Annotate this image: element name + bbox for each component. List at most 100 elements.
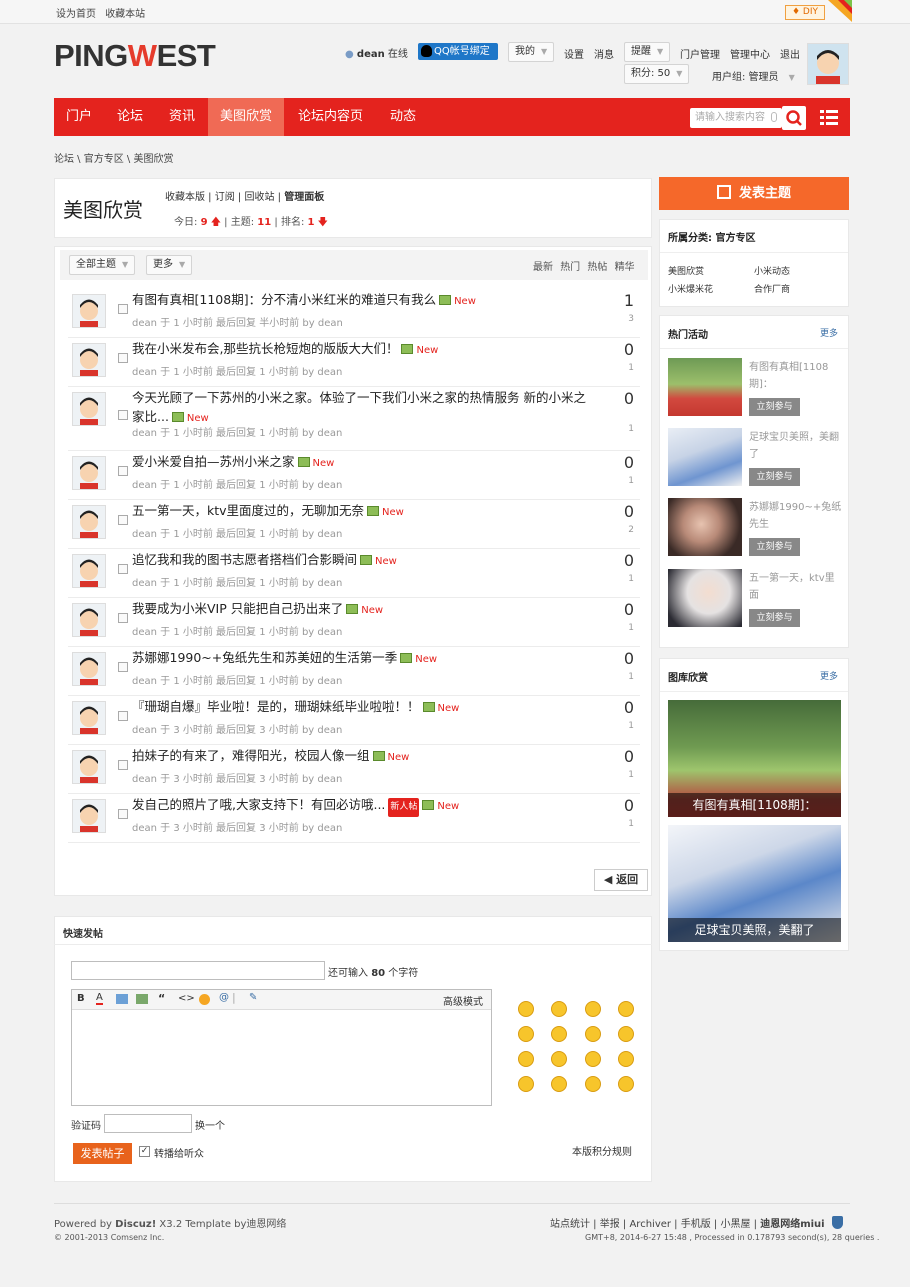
footer-link-report[interactable]: 举报	[600, 1219, 620, 1230]
discuz-link[interactable]: Discuz!	[115, 1219, 156, 1230]
search-button[interactable]	[782, 106, 806, 130]
microphone-icon[interactable]	[771, 112, 777, 122]
nav-item-gallery[interactable]: 美图欣赏	[208, 98, 285, 136]
admin-center-link[interactable]: 管理中心	[730, 46, 770, 61]
smiley-icon[interactable]	[618, 1026, 634, 1042]
join-button-3[interactable]: 立刻参与	[749, 538, 800, 556]
qq-bind-button[interactable]: QQ帐号绑定	[418, 43, 498, 60]
footer-link-blacklist[interactable]: 小黑屋	[720, 1219, 750, 1230]
thread-checkbox[interactable]	[118, 711, 128, 721]
nav-item-forum[interactable]: 论坛	[105, 98, 155, 136]
nav-item-activity[interactable]: 动态	[378, 98, 428, 136]
footer-link-stats[interactable]: 站点统计	[550, 1219, 590, 1230]
thread-row[interactable]: 苏娜娜1990~+兔纸先生和苏美妞的生活第一季 New dean 于 1 小时前 最…	[68, 647, 640, 696]
smiley-icon[interactable]	[551, 1026, 567, 1042]
new-thread-button[interactable]: 发表主题	[659, 177, 849, 210]
thread-title[interactable]: 发自己的照片了哦,大家支持下！有回必访哦...	[132, 797, 385, 812]
author-avatar[interactable]	[72, 799, 106, 833]
remind-dropdown[interactable]: 提醒 ▼	[624, 42, 671, 62]
thread-checkbox[interactable]	[118, 515, 128, 525]
set-home-link[interactable]: 设为首页	[56, 9, 96, 20]
activity-title-3[interactable]: 苏娜娜1990~+兔纸先生	[749, 499, 844, 533]
gallery-item-1[interactable]: 有图有真相[1108期]：	[668, 700, 841, 817]
smiley-icon[interactable]	[618, 1001, 634, 1017]
join-button-1[interactable]: 立刻参与	[749, 398, 800, 416]
sort-digest[interactable]: 精华	[615, 262, 635, 273]
category-link-popcorn[interactable]: 小米爆米花	[668, 282, 713, 295]
thread-title[interactable]: 『珊瑚自爆』毕业啦！是的，珊瑚妹纸毕业啦啦！！	[132, 699, 420, 714]
sort-hottest[interactable]: 热帖	[587, 262, 607, 273]
usergroup-dropdown[interactable]: 用户组: 管理员 ▼	[712, 68, 795, 83]
activity-title-2[interactable]: 足球宝贝美照，美翻了	[749, 429, 844, 463]
activity-thumb-3[interactable]	[668, 498, 742, 556]
menu-list-icon[interactable]	[820, 108, 838, 126]
activity-thumb-2[interactable]	[668, 428, 742, 486]
thread-checkbox[interactable]	[118, 410, 128, 420]
gallery-item-2[interactable]: 足球宝贝美照，美翻了	[668, 825, 841, 942]
thread-checkbox[interactable]	[118, 809, 128, 819]
thread-title[interactable]: 五一第一天，ktv里面度过的，无聊加无奈	[132, 503, 364, 518]
thread-row[interactable]: 有图有真相[1108期]：分不清小米红米的难道只有我么 New dean 于 1 小…	[68, 289, 640, 338]
points-dropdown[interactable]: 积分: 50 ▼	[624, 64, 690, 84]
smiley-icon[interactable]	[585, 1076, 601, 1092]
sort-hot[interactable]: 热门	[560, 262, 580, 273]
join-button-2[interactable]: 立刻参与	[749, 468, 800, 486]
author-avatar[interactable]	[72, 505, 106, 539]
captcha-input[interactable]	[104, 1114, 192, 1133]
thread-row[interactable]: 爱小米爱自拍—苏州小米之家 New dean 于 1 小时前 最后回复 1 小时前 …	[68, 451, 640, 500]
user-avatar[interactable]	[807, 43, 849, 85]
smiley-icon[interactable]	[551, 1001, 567, 1017]
author-avatar[interactable]	[72, 750, 106, 784]
thread-title[interactable]: 爱小米爱自拍—苏州小米之家	[132, 454, 295, 469]
thread-checkbox[interactable]	[118, 564, 128, 574]
author-avatar[interactable]	[72, 554, 106, 588]
bold-icon[interactable]: B	[77, 993, 85, 1004]
thread-row[interactable]: 我要成为小米VIP 只能把自己扔出来了 New dean 于 1 小时前 最后回复 …	[68, 598, 640, 647]
thread-title[interactable]: 拍妹子的有来了，难得阳光，校园人像一组	[132, 748, 370, 763]
smiley-icon[interactable]	[551, 1076, 567, 1092]
thread-checkbox[interactable]	[118, 662, 128, 672]
hot-more-link[interactable]: 更多	[820, 326, 838, 339]
advanced-mode-link[interactable]: 高级模式	[443, 993, 483, 1008]
category-link-news[interactable]: 小米动态	[754, 264, 790, 277]
gallery-more-link[interactable]: 更多	[820, 669, 838, 682]
author-avatar[interactable]	[72, 603, 106, 637]
activity-title-4[interactable]: 五一第一天，ktv里面	[749, 570, 844, 604]
share-checkbox[interactable]: ✓	[139, 1146, 150, 1157]
nav-item-news[interactable]: 资讯	[157, 98, 207, 136]
thread-title[interactable]: 我要成为小米VIP 只能把自己扔出来了	[132, 601, 343, 616]
join-button-4[interactable]: 立刻参与	[749, 609, 800, 627]
thread-checkbox[interactable]	[118, 613, 128, 623]
smiley-icon[interactable]	[518, 1076, 534, 1092]
author-avatar[interactable]	[72, 456, 106, 490]
submit-post-button[interactable]: 发表帖子	[73, 1143, 132, 1164]
code-icon[interactable]: <>	[178, 993, 195, 1004]
my-menu-dropdown[interactable]: 我的 ▼	[508, 42, 555, 62]
thread-checkbox[interactable]	[118, 353, 128, 363]
filter-all-dropdown[interactable]: 全部主题 ▼	[69, 255, 136, 275]
settings-link[interactable]: 设置	[564, 46, 584, 61]
thread-row[interactable]: 我在小米发布会,那些抗长枪短炮的版版大大们！ New dean 于 1 小时前 最后…	[68, 338, 640, 387]
username-link[interactable]: dean	[357, 49, 385, 60]
smiley-icon[interactable]	[551, 1051, 567, 1067]
messages-link[interactable]: 消息	[594, 46, 614, 61]
favorite-forum-link[interactable]: 收藏本版	[165, 192, 205, 203]
image-icon[interactable]	[116, 994, 128, 1004]
breadcrumb-gallery[interactable]: 美图欣赏	[133, 154, 173, 165]
sort-latest[interactable]: 最新	[533, 262, 553, 273]
credit-rules-link[interactable]: 本版积分规则	[572, 1143, 632, 1158]
author-avatar[interactable]	[72, 701, 106, 735]
breadcrumb-official[interactable]: 官方专区	[84, 154, 124, 165]
breadcrumb-forum[interactable]: 论坛	[54, 154, 74, 165]
attachment-icon[interactable]: ✎	[249, 992, 257, 1003]
subscribe-link[interactable]: 订阅	[215, 192, 235, 203]
thread-row[interactable]: 拍妹子的有来了，难得阳光，校园人像一组 New dean 于 3 小时前 最后回复 …	[68, 745, 640, 794]
quote-icon[interactable]: “	[158, 992, 165, 1005]
thread-title[interactable]: 追忆我和我的图书志愿者搭档们合影瞬间	[132, 552, 357, 567]
bookmark-link[interactable]: 收藏本站	[105, 9, 145, 20]
thread-title[interactable]: 我在小米发布会,那些抗长枪短炮的版版大大们！	[132, 341, 398, 356]
back-button[interactable]: ◀ 返回	[594, 869, 648, 891]
thread-row[interactable]: 追忆我和我的图书志愿者搭档们合影瞬间 New dean 于 1 小时前 最后回复 1…	[68, 549, 640, 598]
diy-button[interactable]: ♦ DIY	[785, 5, 825, 20]
nav-item-forum-content[interactable]: 论坛内容页	[286, 98, 375, 136]
